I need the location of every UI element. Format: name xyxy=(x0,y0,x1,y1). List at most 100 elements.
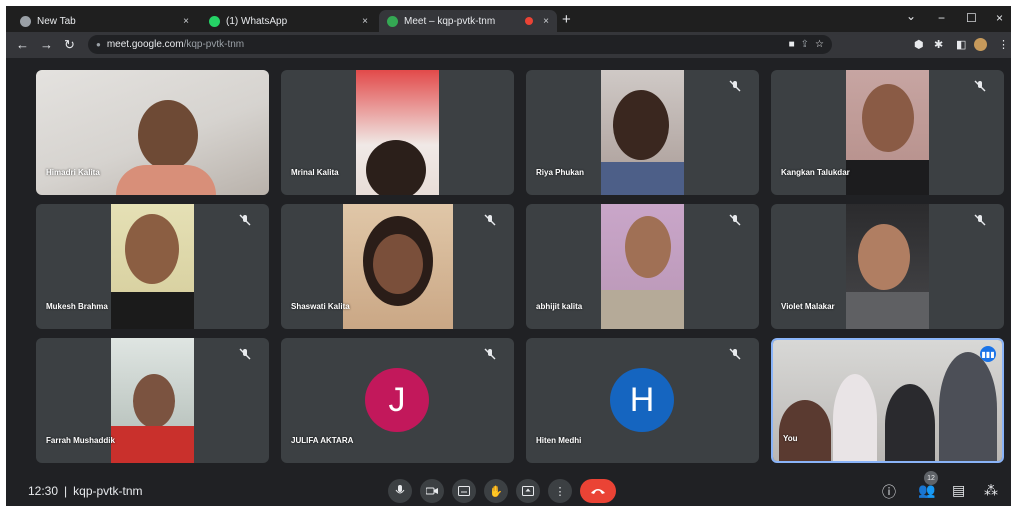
captions-button[interactable] xyxy=(452,479,476,503)
meeting-info-separator: | xyxy=(64,484,68,498)
extensions-puzzle-icon[interactable]: ✱ xyxy=(934,38,943,51)
side-panel-icon[interactable]: ◧ xyxy=(956,38,966,51)
participant-tile[interactable]: Himadri Kalita xyxy=(36,70,269,195)
participant-tile[interactable]: Mukesh Brahma xyxy=(36,204,269,329)
meet-icon xyxy=(387,15,398,27)
new-tab-button[interactable]: + xyxy=(562,11,571,28)
close-window-button[interactable]: × xyxy=(996,11,1003,25)
mic-muted-icon xyxy=(239,214,251,226)
close-tab-icon[interactable]: × xyxy=(543,16,549,27)
present-screen-icon xyxy=(522,486,534,496)
camera-button[interactable] xyxy=(420,479,444,503)
leave-call-button[interactable] xyxy=(580,479,616,503)
more-vert-icon: ⋮ xyxy=(554,485,566,498)
meeting-info: 12:30 | kqp-pvtk-tnm xyxy=(28,484,143,498)
tab-search-icon[interactable]: ⌄ xyxy=(906,9,916,23)
lock-icon: ● xyxy=(96,40,101,49)
participant-video xyxy=(601,70,684,195)
participant-name: Violet Malakar xyxy=(781,302,835,311)
camera-in-use-icon[interactable]: ■ xyxy=(789,39,795,50)
reload-icon[interactable]: ↻ xyxy=(64,37,75,53)
tab-whatsapp[interactable]: (1) WhatsApp × xyxy=(201,10,376,32)
people-icon[interactable]: 👥 xyxy=(918,482,935,499)
participant-tile[interactable]: Riya Phukan xyxy=(526,70,759,195)
mic-muted-icon xyxy=(729,214,741,226)
microphone-button[interactable] xyxy=(388,479,412,503)
participant-video xyxy=(846,204,929,329)
minimize-button[interactable]: − xyxy=(938,11,945,25)
microphone-icon xyxy=(395,485,405,494)
participant-video xyxy=(111,338,194,463)
url-host: meet.google.com xyxy=(106,39,184,50)
whatsapp-icon xyxy=(209,15,220,27)
self-view-tile[interactable]: ▮▮▮ You xyxy=(771,338,1004,463)
forward-arrow-icon[interactable]: → xyxy=(40,37,53,52)
hand-icon: ✋ xyxy=(489,485,503,498)
activities-icon[interactable]: ⁂ xyxy=(984,482,998,499)
meeting-controls-bar: 12:30 | kqp-pvtk-tnm ✋ ⋮ ⓘ 12 👥 ▤ ⁂ xyxy=(6,471,1011,506)
participant-tile[interactable]: abhijit kalita xyxy=(526,204,759,329)
participant-tile[interactable]: H Hiten Medhi xyxy=(526,338,759,463)
self-video xyxy=(773,340,1002,461)
participant-video xyxy=(343,204,453,329)
participant-tile[interactable]: Mrinal Kalita xyxy=(281,70,514,195)
participant-tile[interactable]: Farrah Mushaddik xyxy=(36,338,269,463)
participant-name: Shaswati Kalita xyxy=(291,302,350,311)
participant-name: JULIFA AKTARA xyxy=(291,436,354,445)
participant-avatar: H xyxy=(610,368,674,432)
participant-name: You xyxy=(783,434,798,443)
tab-label: New Tab xyxy=(37,15,76,27)
maximize-button[interactable]: ☐ xyxy=(966,11,977,25)
audio-level-icon: ▮▮▮ xyxy=(980,346,996,362)
participant-video xyxy=(846,70,929,195)
address-bar[interactable]: ● meet.google.com/kqp-pvtk-tnm ■ ⇪ ☆ xyxy=(88,35,832,54)
mic-muted-icon xyxy=(729,80,741,92)
extension-icon[interactable]: ⬢ xyxy=(914,38,924,51)
participant-name: Kangkan Talukdar xyxy=(781,168,850,177)
participant-avatar: J xyxy=(365,368,429,432)
participant-name: Mrinal Kalita xyxy=(291,168,339,177)
raise-hand-button[interactable]: ✋ xyxy=(484,479,508,503)
participant-tile[interactable]: J JULIFA AKTARA xyxy=(281,338,514,463)
mic-muted-icon xyxy=(974,214,986,226)
tab-meet[interactable]: Meet – kqp-pvtk-tnm × xyxy=(379,10,557,32)
recording-dot-icon xyxy=(525,17,534,25)
share-icon[interactable]: ⇪ xyxy=(801,39,809,50)
participant-name: Hiten Medhi xyxy=(536,436,582,445)
bookmark-star-icon[interactable]: ☆ xyxy=(815,39,824,50)
participant-tile[interactable]: Violet Malakar xyxy=(771,204,1004,329)
url-path: /kqp-pvtk-tnm xyxy=(183,39,245,50)
participant-name: abhijit kalita xyxy=(536,302,583,311)
menu-kebab-icon[interactable]: ⋮ xyxy=(998,38,1009,51)
participant-name: Mukesh Brahma xyxy=(46,302,108,311)
mic-muted-icon xyxy=(484,214,496,226)
back-arrow-icon[interactable]: ← xyxy=(16,37,29,52)
participant-tile[interactable]: Kangkan Talukdar xyxy=(771,70,1004,195)
mic-muted-icon xyxy=(729,348,741,360)
more-options-button[interactable]: ⋮ xyxy=(548,479,572,503)
close-tab-icon[interactable]: × xyxy=(183,16,189,27)
participant-tile[interactable]: Shaswati Kalita xyxy=(281,204,514,329)
tab-label: (1) WhatsApp xyxy=(226,15,288,27)
participant-video xyxy=(111,204,194,329)
mic-muted-icon xyxy=(484,348,496,360)
captions-icon xyxy=(458,486,470,496)
participant-video xyxy=(356,70,439,195)
toolbar: ← → ↻ ● meet.google.com/kqp-pvtk-tnm ■ ⇪… xyxy=(6,32,1011,58)
profile-avatar[interactable] xyxy=(974,38,987,51)
tab-new-tab[interactable]: New Tab × xyxy=(12,10,197,32)
participant-name: Himadri Kalita xyxy=(46,168,100,177)
present-button[interactable] xyxy=(516,479,540,503)
meeting-details-icon[interactable]: ⓘ xyxy=(882,482,896,502)
participant-video xyxy=(601,204,684,329)
meeting-code: kqp-pvtk-tnm xyxy=(73,484,143,498)
camera-icon xyxy=(426,487,438,495)
mic-muted-icon xyxy=(974,80,986,92)
end-call-icon xyxy=(591,489,605,494)
meeting-time: 12:30 xyxy=(28,484,59,498)
close-tab-icon[interactable]: × xyxy=(362,16,368,27)
chat-icon[interactable]: ▤ xyxy=(952,482,965,499)
participant-name: Farrah Mushaddik xyxy=(46,436,115,445)
browser-window: New Tab × (1) WhatsApp × Meet – kqp-pvtk… xyxy=(6,6,1011,506)
participant-name: Riya Phukan xyxy=(536,168,585,177)
